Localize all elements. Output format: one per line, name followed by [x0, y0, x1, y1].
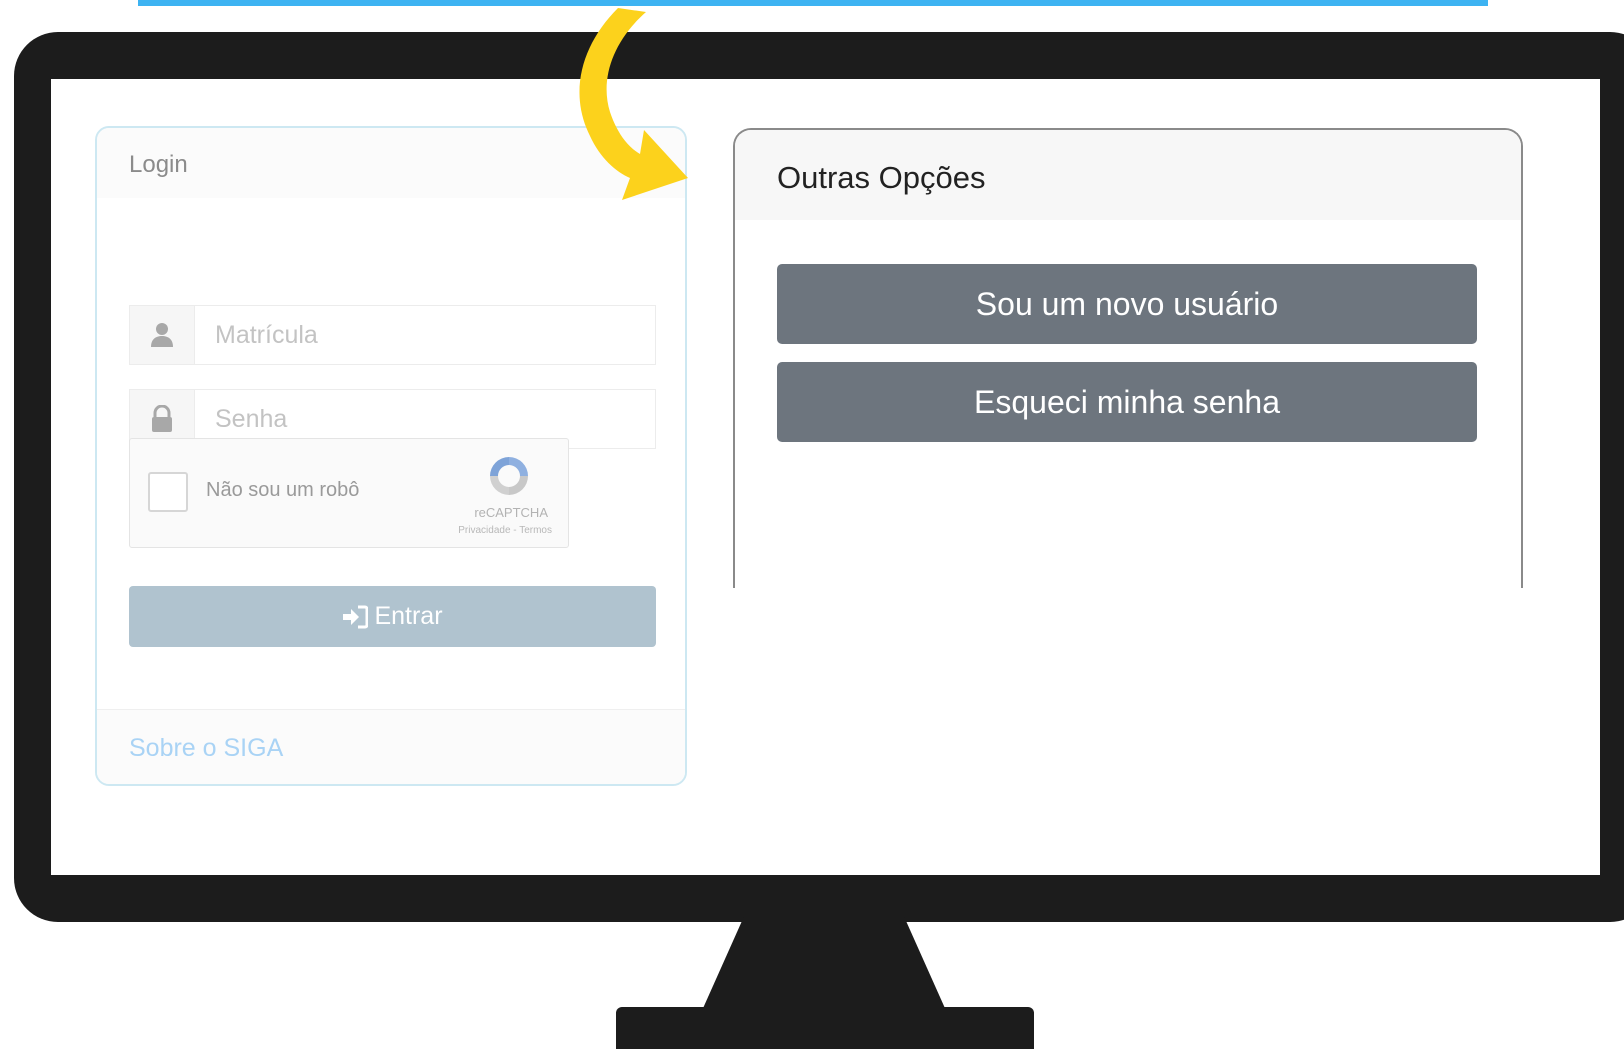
curved-arrow-icon: [579, 8, 688, 200]
options-card: Outras Opções Sou um novo usuário Esquec…: [733, 128, 1523, 588]
about-siga-link[interactable]: Sobre o SIGA: [129, 734, 283, 763]
new-user-button[interactable]: Sou um novo usuário: [777, 264, 1477, 344]
captcha-label: Não sou um robô: [206, 479, 360, 501]
forgot-password-button[interactable]: Esqueci minha senha: [777, 362, 1477, 442]
username-input-group: [129, 305, 656, 365]
user-icon: [130, 306, 195, 364]
monitor-stand-base: [616, 1007, 1034, 1049]
sign-in-icon: [343, 605, 369, 628]
options-title: Outras Opções: [735, 130, 1521, 220]
highlight-bar: [138, 0, 1488, 6]
enter-button[interactable]: Entrar: [129, 586, 656, 647]
username-input[interactable]: [195, 306, 655, 364]
login-footer: Sobre o SIGA: [97, 709, 685, 784]
monitor-screen: Login Matrícula Não sou um robô reCAPTCH…: [51, 79, 1600, 875]
recaptcha-icon: [490, 457, 528, 495]
recaptcha-widget: Não sou um robô reCAPTCHA Privacidade - …: [129, 438, 569, 548]
canvas: Login Matrícula Não sou um robô reCAPTCH…: [0, 0, 1624, 1049]
captcha-checkbox[interactable]: [148, 472, 188, 512]
captcha-brand: reCAPTCHA: [474, 505, 548, 520]
captcha-terms-link[interactable]: Privacidade - Termos: [458, 525, 552, 536]
login-card: Login Matrícula Não sou um robô reCAPTCH…: [95, 126, 687, 786]
enter-button-label: Entrar: [374, 602, 443, 630]
monitor-stand-neck: [700, 915, 948, 1015]
